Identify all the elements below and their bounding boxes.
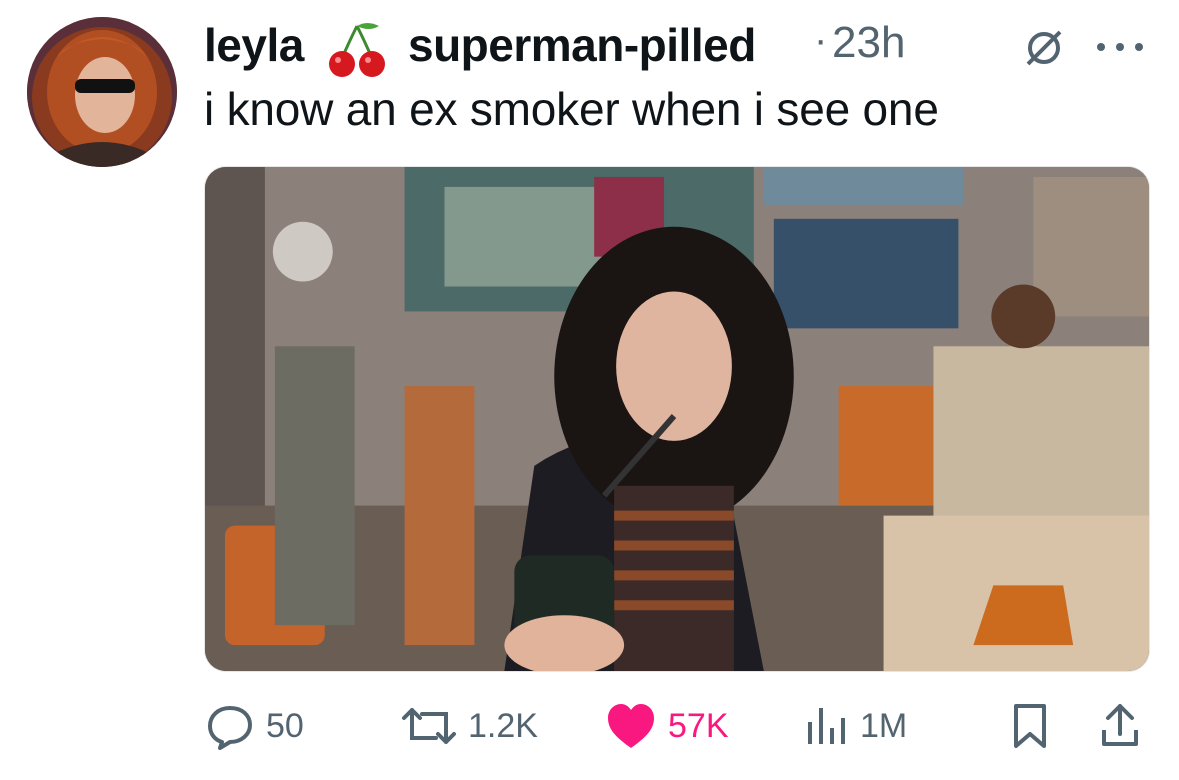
bookmark-icon: [1014, 704, 1046, 748]
like-count: 57K: [668, 706, 729, 745]
reply-count: 50: [266, 706, 304, 745]
cherry-icon: [329, 23, 385, 77]
repost-icon: [402, 708, 456, 744]
views-count: 1M: [860, 706, 908, 745]
like-button[interactable]: 57K: [604, 700, 729, 752]
tweet-action-bar: 50 1.2K 57K 1M: [0, 690, 1179, 770]
reply-icon: [208, 706, 252, 750]
separator-dot: ·: [814, 18, 828, 62]
bookmark-button[interactable]: [1010, 700, 1050, 752]
views-icon: [808, 708, 845, 744]
reply-button[interactable]: 50: [204, 700, 304, 752]
share-button[interactable]: [1098, 700, 1142, 752]
heart-icon: [608, 704, 654, 748]
tweet-media-image[interactable]: [204, 166, 1150, 672]
tweet-text: i know an ex smoker when i see one: [204, 83, 939, 135]
username[interactable]: superman-pilled: [408, 18, 756, 72]
repost-button[interactable]: 1.2K: [400, 700, 538, 752]
views-button[interactable]: 1M: [804, 700, 907, 752]
grok-icon[interactable]: [1020, 24, 1068, 72]
display-name[interactable]: leyla: [204, 18, 304, 72]
timestamp[interactable]: 23h: [832, 18, 905, 68]
repost-count: 1.2K: [468, 706, 538, 745]
avatar[interactable]: [27, 17, 177, 167]
tweet-header: leyla superman-pilled · 23h: [204, 14, 1154, 77]
more-options-icon[interactable]: [1094, 40, 1146, 54]
share-icon: [1102, 704, 1138, 746]
